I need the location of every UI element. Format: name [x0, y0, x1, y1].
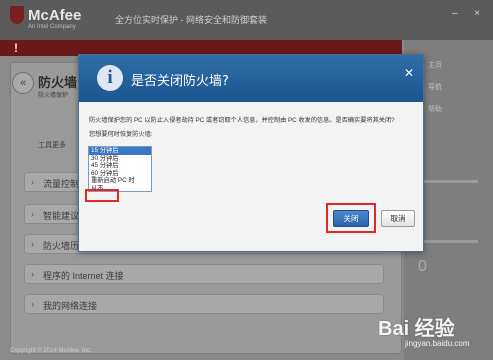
close-firewall-button[interactable]: 关闭 — [333, 210, 369, 227]
chevron-right-icon: › — [31, 239, 34, 249]
never-option-highlight — [85, 189, 119, 202]
chevron-right-icon: › — [31, 269, 34, 279]
chevron-right-icon: › — [31, 299, 34, 309]
dialog-titlebar: i 是否关闭防火墙? ✕ — [79, 55, 423, 102]
list-item[interactable]: 重新启动 PC 时 — [89, 177, 151, 185]
sidebar-item-help[interactable]: 帮助 — [428, 104, 442, 114]
watermark-url: jingyan.baidu.com — [405, 339, 470, 348]
sidebar-divider — [418, 240, 478, 243]
list-item[interactable]: 45 分钟后 — [89, 162, 151, 170]
mcafee-logo: McAfee — [10, 6, 81, 24]
resume-prompt: 您想要何时恢复防火墙: — [89, 131, 153, 138]
dialog-message: 防火墙保护您的 PC 以防止入侵者劫持 PC 或者窃取个人信息，并控制由 PC … — [89, 117, 395, 124]
sidebar-item-navigation[interactable]: 导航 — [428, 82, 442, 92]
section-label: 我的网络连接 — [43, 301, 98, 311]
brand-name: McAfee — [28, 6, 82, 24]
close-icon[interactable]: ✕ — [404, 66, 414, 80]
dialog-title: 是否关闭防火墙? — [131, 74, 229, 89]
shield-icon — [10, 6, 24, 24]
cancel-button[interactable]: 取消 — [381, 210, 415, 227]
app-title: 全方位实时保护 - 网络安全和防御套装 — [115, 15, 267, 25]
sidebar-divider — [418, 180, 478, 183]
disable-firewall-dialog: i 是否关闭防火墙? ✕ 防火墙保护您的 PC 以防止入侵者劫持 PC 或者窃取… — [78, 54, 424, 252]
section-label: 程序的 Internet 连接 — [43, 271, 124, 281]
minimize-button[interactable]: – — [448, 8, 462, 20]
firewall-title: 防火墙 — [38, 75, 78, 90]
exclamation-icon: ! — [14, 41, 18, 55]
copyright-text: Copyright © 2014 McAfee, Inc. — [10, 348, 92, 354]
section-program-connections[interactable]: › 程序的 Internet 连接 — [24, 264, 384, 284]
baidu-watermark: Bai 经验 — [378, 318, 455, 340]
chevron-right-icon: › — [31, 177, 34, 187]
sidebar-item-home[interactable]: 主页 — [428, 60, 442, 70]
tab-tools[interactable]: 工具更多 — [38, 140, 66, 150]
sidebar-count: 0 — [418, 258, 427, 275]
close-window-button[interactable]: × — [470, 8, 484, 20]
app-header: McAfee An Intel Company 全方位实时保护 - 网络安全和防… — [0, 0, 493, 40]
list-item[interactable]: 15 分钟后 — [89, 147, 151, 155]
back-button[interactable]: « — [12, 72, 34, 94]
firewall-subtitle: 防火墙保护 — [38, 93, 69, 99]
brand-subtitle: An Intel Company — [28, 24, 76, 30]
section-network-connections[interactable]: › 我的网络连接 — [24, 294, 384, 314]
info-icon: i — [97, 65, 123, 91]
resume-time-listbox[interactable]: 15 分钟后 30 分钟后 45 分钟后 60 分钟后 重新启动 PC 时 从不 — [88, 146, 152, 192]
chevron-right-icon: › — [31, 209, 34, 219]
